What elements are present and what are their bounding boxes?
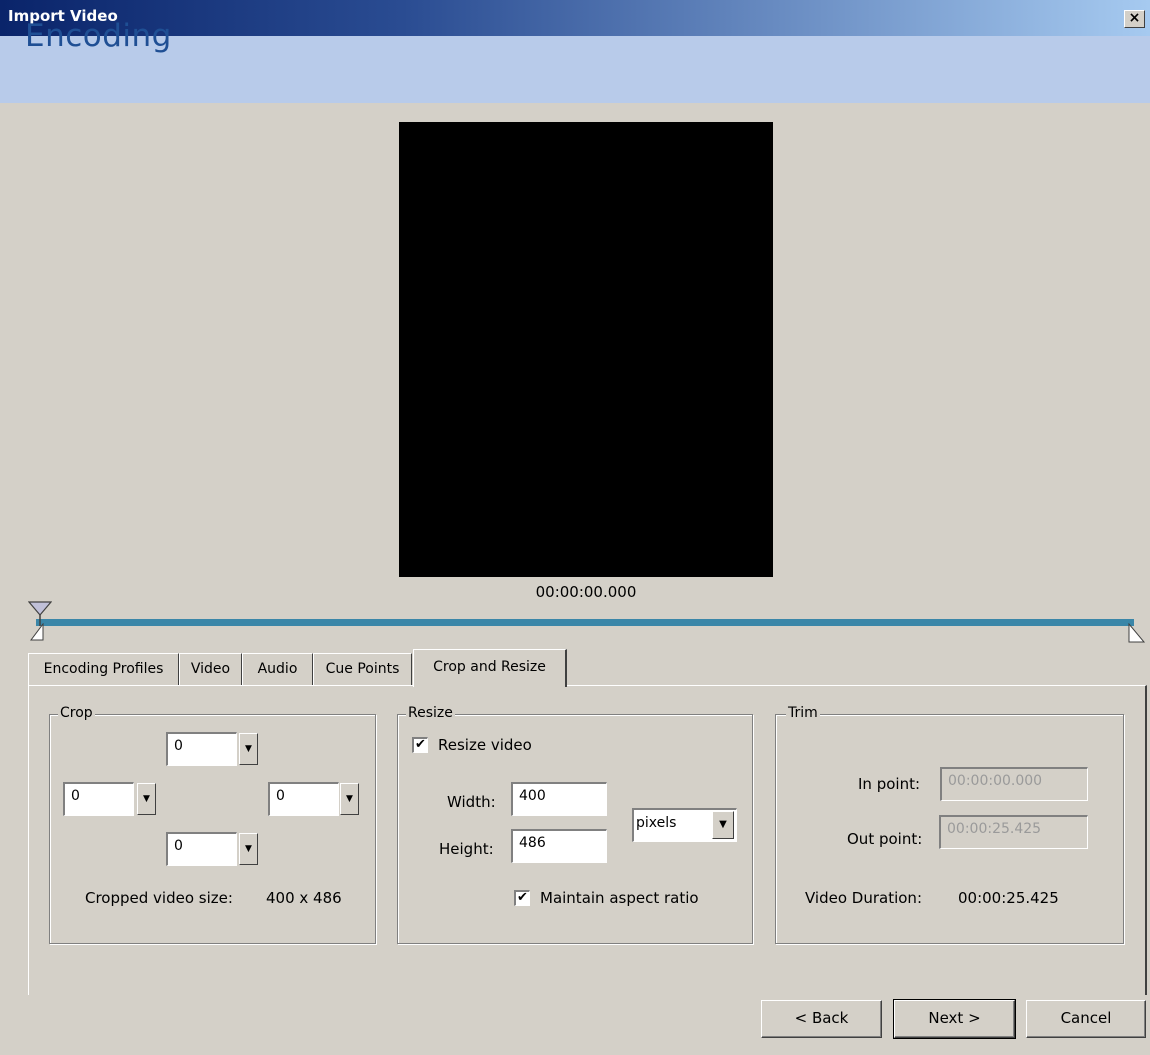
- next-button[interactable]: Next >: [893, 999, 1016, 1039]
- tab-encoding-profiles[interactable]: Encoding Profiles: [28, 653, 179, 685]
- tab-crop-and-resize[interactable]: Crop and Resize: [413, 649, 567, 687]
- close-button[interactable]: ×: [1124, 10, 1145, 28]
- video-preview: [399, 122, 773, 577]
- page-title: Encoding: [25, 18, 172, 54]
- tab-panel: [28, 685, 1147, 995]
- title-bar: [0, 0, 1150, 36]
- header-band: [0, 36, 1150, 103]
- tab-video[interactable]: Video: [179, 653, 242, 685]
- tab-cue-points[interactable]: Cue Points: [313, 653, 412, 685]
- out-point-handle-icon[interactable]: [1128, 623, 1146, 643]
- timeline-track[interactable]: [36, 619, 1134, 626]
- in-point-handle-icon[interactable]: [30, 623, 44, 641]
- tab-audio[interactable]: Audio: [242, 653, 313, 685]
- preview-timecode: 00:00:00.000: [535, 583, 637, 601]
- back-button[interactable]: < Back: [761, 1000, 882, 1038]
- close-icon: ×: [1128, 10, 1141, 26]
- cancel-button[interactable]: Cancel: [1026, 1000, 1146, 1038]
